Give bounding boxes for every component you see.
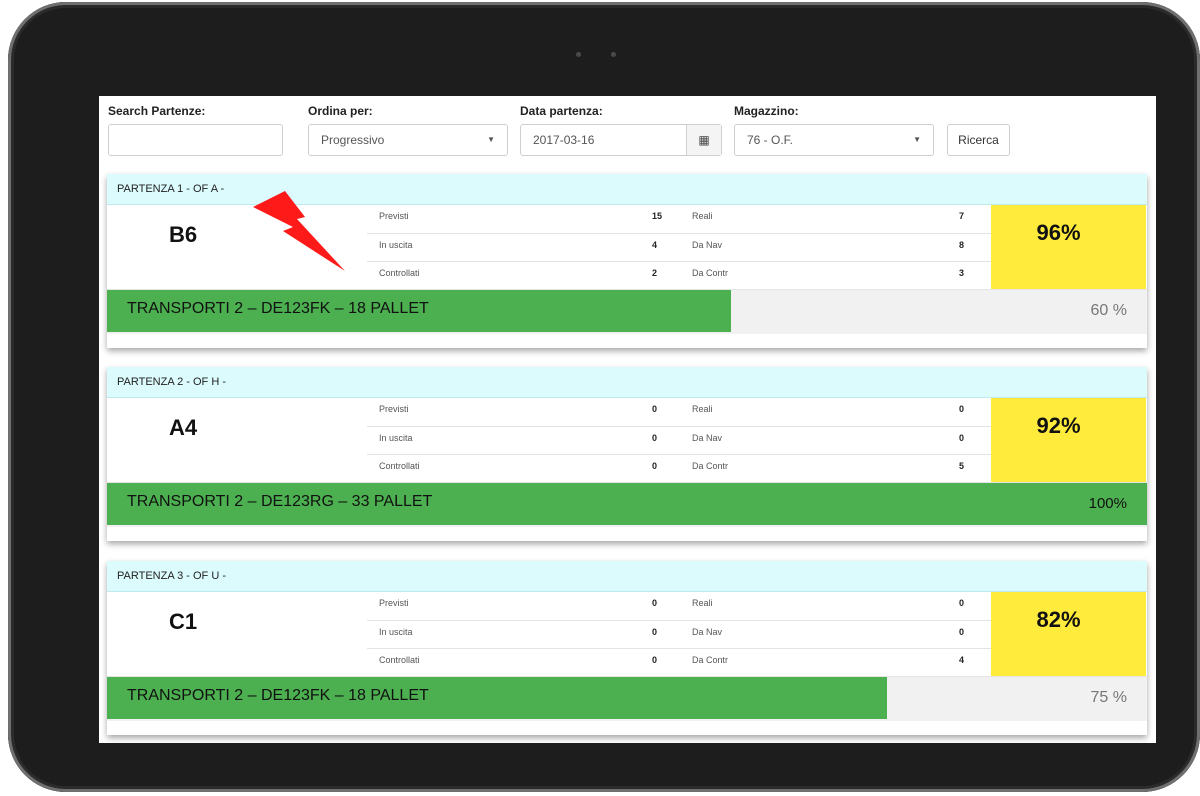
inuscita-value: 0 [652,433,658,443]
stats-row: Previsti 15 Reali 7 [367,205,991,233]
warehouse-select[interactable]: 76 - O.F. ▼ [734,124,934,156]
order-label: Ordina per: [308,104,373,118]
search-label: Search Partenze: [108,104,206,118]
controllati-value: 2 [652,268,658,278]
departure-header: PARTENZA 3 - OF U - [107,561,1147,592]
lightning-bolt-icon [253,191,345,271]
previsti-value: 0 [652,404,658,414]
departure-card[interactable]: PARTENZA 3 - OF U - C1 Previsti 0 Reali … [107,561,1147,735]
calendar-icon[interactable]: ▦ [686,125,721,155]
danav-label: Da Nav [692,433,723,443]
transport-progress: TRANSPORTI 2 – DE123FK – 18 PALLET 75 % [107,676,1147,721]
controllati-value: 0 [652,655,658,665]
stats-table: Previsti 0 Reali 0 In uscita 0 Da Nav 0 … [367,592,991,676]
stats-table: Previsti 0 Reali 0 In uscita 0 Da Nav 0 … [367,398,991,482]
search-button[interactable]: Ricerca [947,124,1010,156]
date-input[interactable]: 2017-03-16 ▦ [520,124,722,156]
caret-down-icon: ▼ [913,135,921,144]
dacontr-value: 5 [959,461,965,471]
filter-bar: Search Partenze: Ordina per: Progressivo… [99,96,1156,166]
dock-code: C1 [169,609,198,634]
reali-value: 0 [959,404,965,414]
date-label: Data partenza: [520,104,603,118]
controllati-label: Controllati [379,655,420,665]
camera-icon [576,52,581,57]
inuscita-value: 0 [652,627,658,637]
stats-row: Controllati 2 Da Contr 3 [367,261,991,290]
reali-label: Reali [692,598,713,608]
transport-label: TRANSPORTI 2 – DE123FK – 18 PALLET [127,300,429,317]
departure-card[interactable]: PARTENZA 2 - OF H - A4 Previsti 0 Reali … [107,367,1147,541]
transport-progress: TRANSPORTI 2 – DE123FK – 18 PALLET 60 % [107,289,1147,334]
danav-value: 8 [959,240,965,250]
inuscita-value: 4 [652,240,658,250]
inuscita-label: In uscita [379,240,413,250]
caret-down-icon: ▼ [487,135,495,144]
stats-row: Controllati 0 Da Contr 4 [367,648,991,677]
search-input[interactable] [108,124,283,156]
previsti-label: Previsti [379,404,409,414]
inuscita-label: In uscita [379,627,413,637]
previsti-value: 0 [652,598,658,608]
transport-label: TRANSPORTI 2 – DE123RG – 33 PALLET [127,493,433,510]
danav-label: Da Nav [692,240,723,250]
progress-percent: 60 % [1090,302,1127,319]
order-select[interactable]: Progressivo ▼ [308,124,508,156]
previsti-label: Previsti [379,598,409,608]
stats-row: In uscita 0 Da Nav 0 [367,426,991,455]
completion-percent: 96% [991,205,1146,289]
danav-label: Da Nav [692,627,723,637]
reali-value: 7 [959,211,965,221]
controllati-label: Controllati [379,268,420,278]
tablet-frame: Search Partenze: Ordina per: Progressivo… [8,2,1200,792]
stats-row: Previsti 0 Reali 0 [367,398,991,426]
date-value: 2017-03-16 [533,133,595,147]
order-select-value: Progressivo [321,133,385,147]
dacontr-label: Da Contr [692,461,729,471]
previsti-value: 15 [652,211,663,221]
controllati-label: Controllati [379,461,420,471]
inuscita-label: In uscita [379,433,413,443]
controllati-value: 0 [652,461,658,471]
reali-label: Reali [692,404,713,414]
departure-header: PARTENZA 2 - OF H - [107,367,1147,398]
app-screen: Search Partenze: Ordina per: Progressivo… [99,96,1156,743]
stats-row: Previsti 0 Reali 0 [367,592,991,620]
danav-value: 0 [959,627,965,637]
dacontr-label: Da Contr [692,268,729,278]
progress-percent: 75 % [1090,689,1127,706]
stats-table: Previsti 15 Reali 7 In uscita 4 Da Nav 8… [367,205,991,289]
stats-row: In uscita 0 Da Nav 0 [367,620,991,649]
completion-percent: 82% [991,592,1146,676]
warehouse-select-value: 76 - O.F. [747,133,794,147]
reali-label: Reali [692,211,713,221]
dacontr-value: 3 [959,268,965,278]
danav-value: 0 [959,433,965,443]
previsti-label: Previsti [379,211,409,221]
stats-row: Controllati 0 Da Contr 5 [367,454,991,483]
warehouse-label: Magazzino: [734,104,799,118]
dock-code: B6 [169,222,198,247]
sensor-icon [611,52,616,57]
progress-percent: 100% [1088,495,1127,512]
dacontr-label: Da Contr [692,655,729,665]
transport-progress: TRANSPORTI 2 – DE123RG – 33 PALLET 100% [107,482,1147,527]
transport-label: TRANSPORTI 2 – DE123FK – 18 PALLET [127,687,429,704]
reali-value: 0 [959,598,965,608]
completion-percent: 92% [991,398,1146,482]
departure-card[interactable]: PARTENZA 1 - OF A - B6 Previsti 15 Reali… [107,174,1147,348]
dock-code: A4 [169,415,198,440]
stats-row: In uscita 4 Da Nav 8 [367,233,991,262]
dacontr-value: 4 [959,655,965,665]
